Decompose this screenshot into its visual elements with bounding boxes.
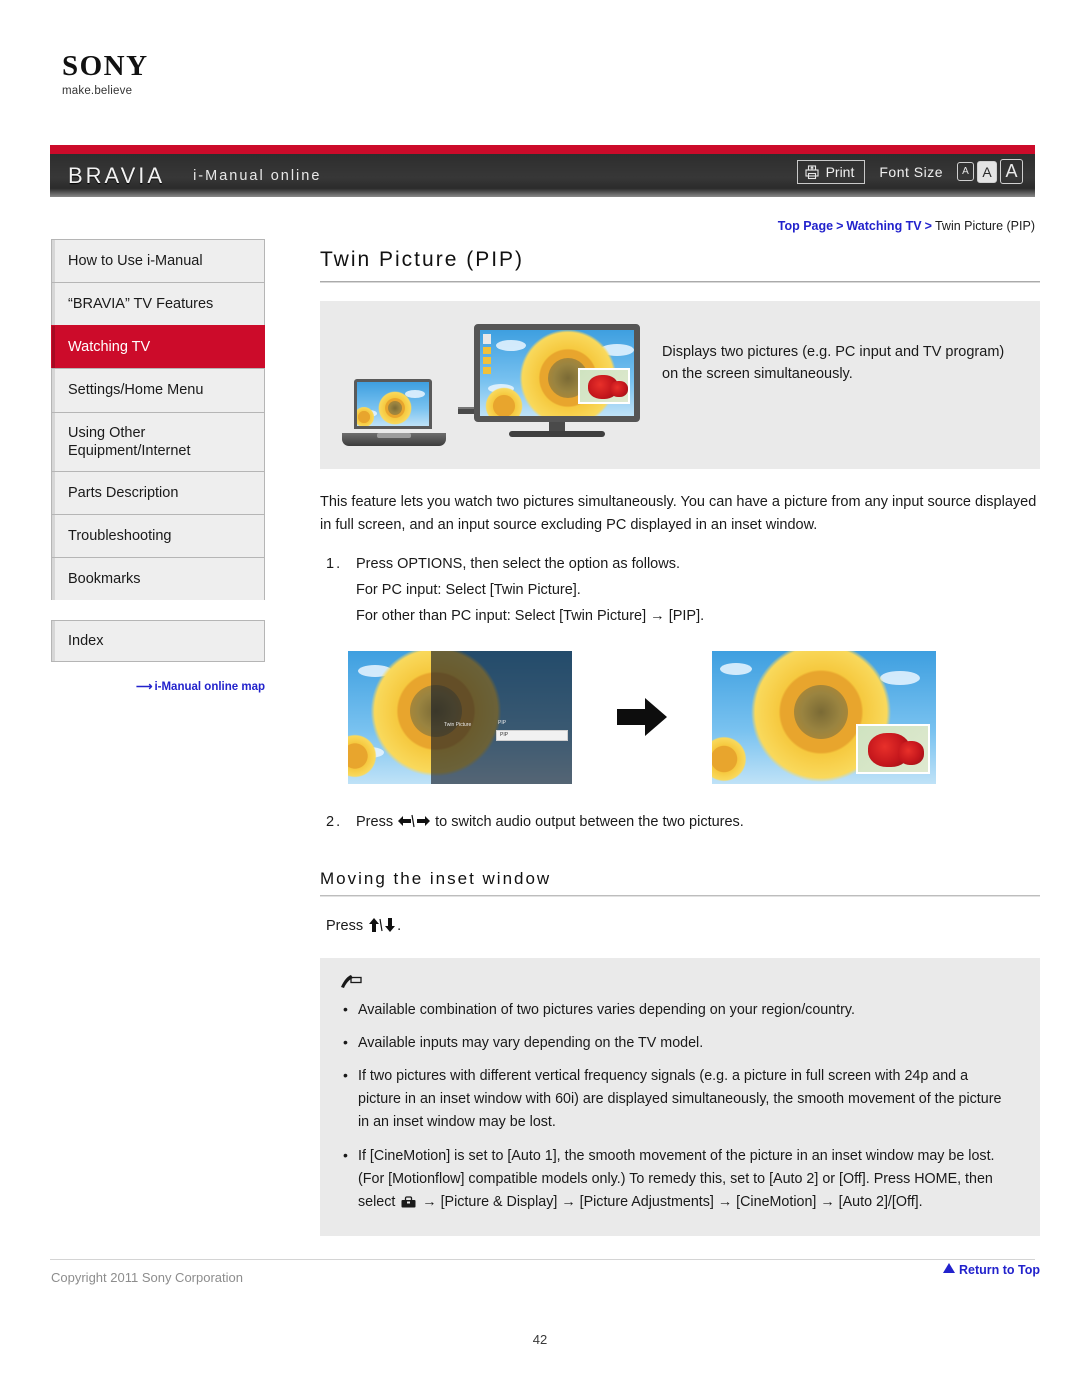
copyright-text: Copyright 2011 Sony Corporation — [51, 1270, 243, 1285]
step-2-text-before: Press — [356, 813, 398, 830]
notes-list: Available combination of two pictures va… — [340, 998, 1014, 1214]
sony-tagline: make.believe — [62, 85, 133, 97]
font-size-small-button[interactable]: A — [957, 162, 974, 181]
tv-graphic — [474, 324, 640, 437]
sidebar-item-troubleshooting[interactable]: Troubleshooting — [51, 513, 265, 557]
header-controls: Print Font Size A A A — [796, 159, 1023, 184]
pip-inset-window — [856, 723, 930, 774]
sidebar-nav: How to Use i-Manual “BRAVIA” TV Features… — [51, 239, 265, 693]
font-size-group: A A A — [957, 159, 1023, 184]
sidebar-item-index[interactable]: Index — [51, 620, 265, 663]
title-divider — [320, 281, 1040, 283]
app-header: BRAVIA i-Manual online Print Font Size A… — [50, 145, 1035, 197]
step-1-text: Press OPTIONS, then select the option as… — [356, 555, 680, 572]
tv-osd-strip — [483, 334, 491, 377]
step-figures: Twin Picture PIP PIP — [348, 650, 1040, 784]
arrow-right-icon: ⟶ — [135, 681, 152, 694]
section-divider — [320, 894, 1040, 897]
summary-panel: Displays two pictures (e.g. PC input and… — [320, 301, 1040, 469]
laptop-graphic — [342, 379, 446, 446]
sidebar-item-bravia-tv-features[interactable]: “BRAVIA” TV Features — [51, 282, 265, 326]
osd-field-value: PIP — [500, 731, 509, 738]
step-2-text-after: to switch audio output between the two p… — [431, 813, 744, 830]
font-size-large-button[interactable]: A — [1000, 159, 1023, 184]
breadcrumb-current: Twin Picture (PIP) — [934, 219, 1035, 233]
sidebar-item-how-to-use[interactable]: How to Use i-Manual — [51, 239, 265, 283]
printer-icon — [804, 164, 820, 180]
step-1-number: 1. — [326, 555, 343, 572]
note-item: If two pictures with different vertical … — [340, 1064, 1014, 1134]
return-to-top-label: Return to Top — [959, 1262, 1040, 1277]
return-to-top-link[interactable]: Return to Top — [320, 1262, 1040, 1277]
sidebar-item-settings-home-menu[interactable]: Settings/Home Menu — [51, 368, 265, 412]
print-button[interactable]: Print — [796, 159, 866, 184]
note-pencil-icon — [340, 974, 362, 989]
footer-divider — [50, 1259, 1035, 1260]
step-1-sub-1: For PC input: Select [Twin Picture]. — [356, 581, 581, 598]
bravia-logo-text: BRAVIA — [68, 162, 166, 188]
sidebar-item-parts-description[interactable]: Parts Description — [51, 470, 265, 514]
imanual-online-map-link[interactable]: ⟶ i-Manual online map — [51, 679, 265, 693]
step-2: 2. Press to switch audio output between … — [326, 810, 1040, 835]
map-link-label: i-Manual online map — [154, 681, 265, 694]
note-item: Available inputs may vary depending on t… — [340, 1031, 1014, 1055]
header-accent-stripe — [50, 145, 1035, 154]
section-title: Moving the inset window — [320, 868, 552, 888]
osd-menu-item: Twin Picture — [444, 721, 472, 728]
page-title: Twin Picture (PIP) — [320, 248, 525, 271]
note-item: Available combination of two pictures va… — [340, 998, 1014, 1022]
sidebar-item-using-other-equipment[interactable]: Using Other Equipment/Internet — [51, 411, 265, 471]
breadcrumb-separator: > — [924, 219, 932, 233]
up-down-arrow-keys-icon — [367, 917, 397, 934]
pc-to-tv-illustration — [342, 319, 644, 449]
summary-text: Displays two pictures (e.g. PC input and… — [662, 344, 1005, 383]
press-text-after: . — [397, 917, 402, 934]
triangle-up-icon — [943, 1262, 955, 1276]
breadcrumb-separator: > — [836, 219, 844, 233]
transition-arrow-icon — [572, 695, 712, 739]
note-item-cinemotion: If [CineMotion] is set to [Auto 1], the … — [340, 1143, 1014, 1214]
sony-logo: SONY make.believe — [62, 50, 149, 98]
step-1: 1. Press OPTIONS, then select the option… — [326, 552, 1040, 629]
breadcrumb-item-watching-tv[interactable]: Watching TV — [846, 219, 921, 233]
font-size-label: Font Size — [879, 163, 943, 180]
step-1-sub-2: For other than PC input: Select [Twin Pi… — [356, 607, 705, 624]
sidebar-item-bookmarks[interactable]: Bookmarks — [51, 557, 265, 601]
left-right-arrow-keys-icon — [397, 814, 431, 830]
notes-panel: Available combination of two pictures va… — [320, 957, 1040, 1236]
main-content: Twin Picture (PIP) Displays two pictures… — [320, 248, 1040, 1277]
cinemotion-note-part2: → [Picture & Display] → [Picture Adjustm… — [418, 1193, 923, 1210]
figure-pip-result — [712, 650, 936, 784]
sidebar-item-watching-tv[interactable]: Watching TV — [51, 325, 265, 369]
breadcrumb-item-top-page[interactable]: Top Page — [778, 219, 833, 233]
font-size-medium-button[interactable]: A — [977, 160, 997, 183]
header-title: i-Manual online — [193, 167, 322, 184]
figure-options-menu: Twin Picture PIP PIP — [348, 650, 572, 784]
intro-paragraph: This feature lets you watch two pictures… — [320, 494, 1037, 534]
breadcrumb: Top Page > Watching TV > Twin Picture (PIP) — [778, 219, 1035, 233]
toolbox-icon — [401, 1193, 416, 1208]
print-label: Print — [825, 163, 855, 180]
sony-wordmark: SONY — [62, 50, 149, 82]
step-2-number: 2. — [326, 813, 343, 830]
osd-field-title: PIP — [498, 719, 507, 726]
header-bar-dark: BRAVIA i-Manual online Print Font Size A… — [50, 154, 1035, 197]
press-text-before: Press — [326, 917, 368, 934]
page-number: 42 — [532, 1332, 548, 1347]
press-instruction: Press . — [326, 917, 1040, 934]
tv-inset-window — [578, 368, 630, 404]
